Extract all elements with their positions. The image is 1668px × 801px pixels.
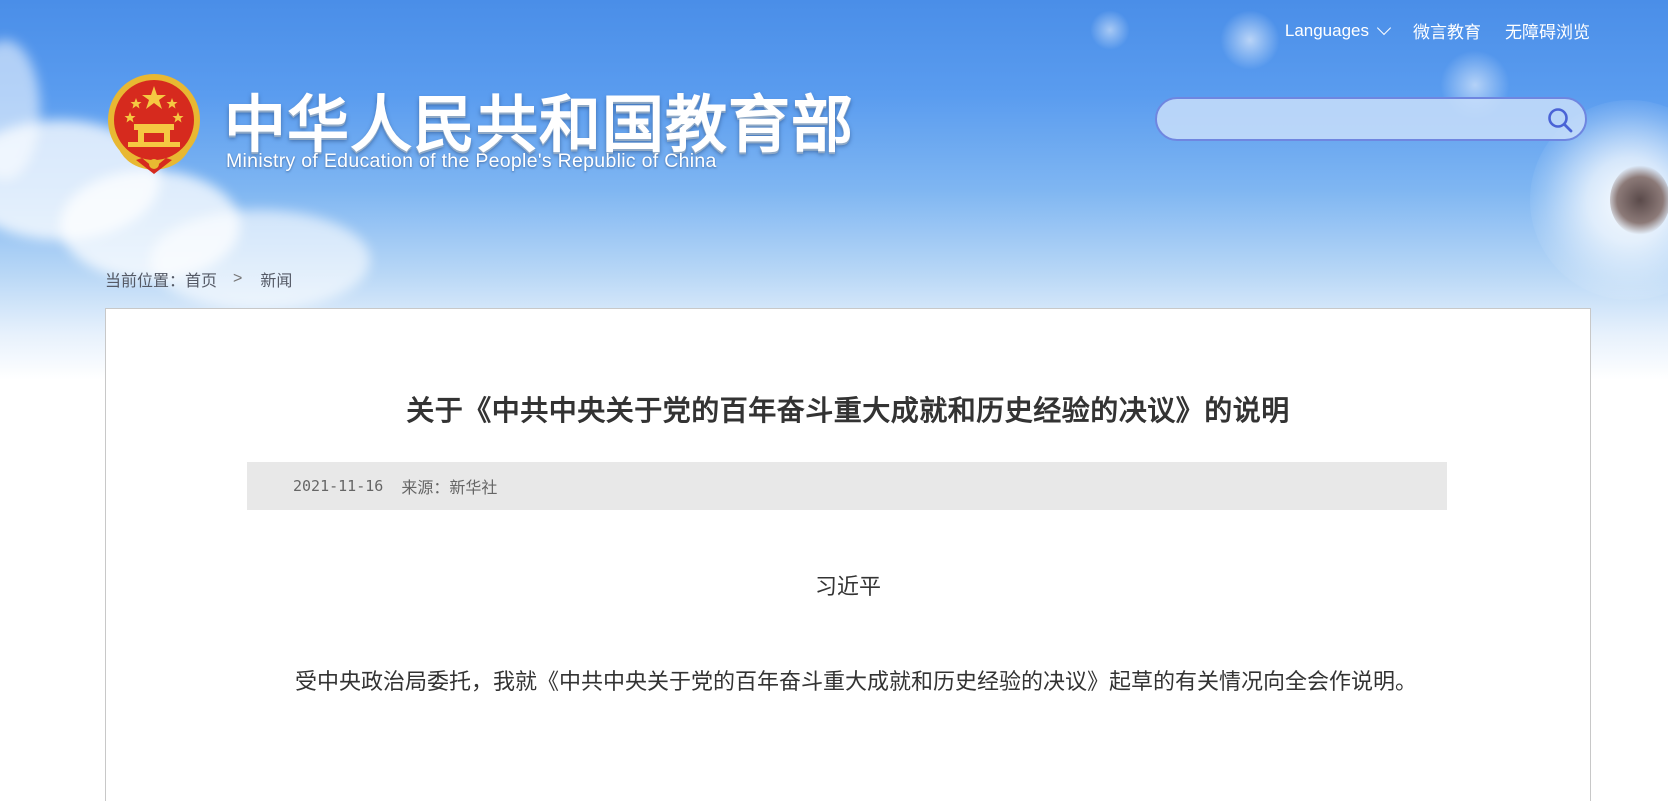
article-meta: 2021-11-16 来源：新华社 bbox=[247, 462, 1447, 510]
article-title: 关于《中共中央关于党的百年奋斗重大成就和历史经验的决议》的说明 bbox=[406, 394, 1290, 427]
article-date: 2021-11-16 bbox=[293, 477, 384, 495]
breadcrumb: 当前位置： 首页 > 新闻 bbox=[105, 267, 292, 291]
article-source: 来源：新华社 bbox=[401, 478, 498, 497]
breadcrumb-prefix: 当前位置： bbox=[105, 271, 186, 290]
languages-menu[interactable]: Languages bbox=[1284, 20, 1392, 41]
search-box bbox=[1155, 97, 1587, 141]
chevron-down-icon bbox=[1376, 20, 1392, 36]
site-title-en[interactable]: Ministry of Education of the People's Re… bbox=[226, 150, 717, 173]
top-links: Languages 微言教育 无障碍浏览 bbox=[1285, 18, 1590, 43]
dandelion-seed-head bbox=[1610, 165, 1668, 235]
languages-label: Languages bbox=[1284, 20, 1369, 40]
cloud-decoration bbox=[150, 210, 370, 310]
search-icon[interactable] bbox=[1545, 105, 1575, 135]
national-emblem-icon[interactable] bbox=[106, 72, 202, 176]
dandelion-seed bbox=[1220, 10, 1280, 70]
search-input[interactable] bbox=[1173, 105, 1537, 135]
breadcrumb-separator: > bbox=[233, 270, 243, 287]
weiyan-link[interactable]: 微言教育 bbox=[1413, 18, 1481, 43]
article-paragraph: 受中央政治局委托，我就《中共中央关于党的百年奋斗重大成就和历史经验的决议》起草的… bbox=[295, 670, 1418, 695]
breadcrumb-current[interactable]: 新闻 bbox=[260, 267, 292, 291]
article-container: 关于《中共中央关于党的百年奋斗重大成就和历史经验的决议》的说明 2021-11-… bbox=[105, 308, 1591, 801]
breadcrumb-home[interactable]: 首页 bbox=[185, 267, 217, 291]
dandelion-seed bbox=[1090, 10, 1130, 50]
accessibility-link[interactable]: 无障碍浏览 bbox=[1505, 18, 1590, 43]
article-author: 习近平 bbox=[814, 575, 881, 600]
